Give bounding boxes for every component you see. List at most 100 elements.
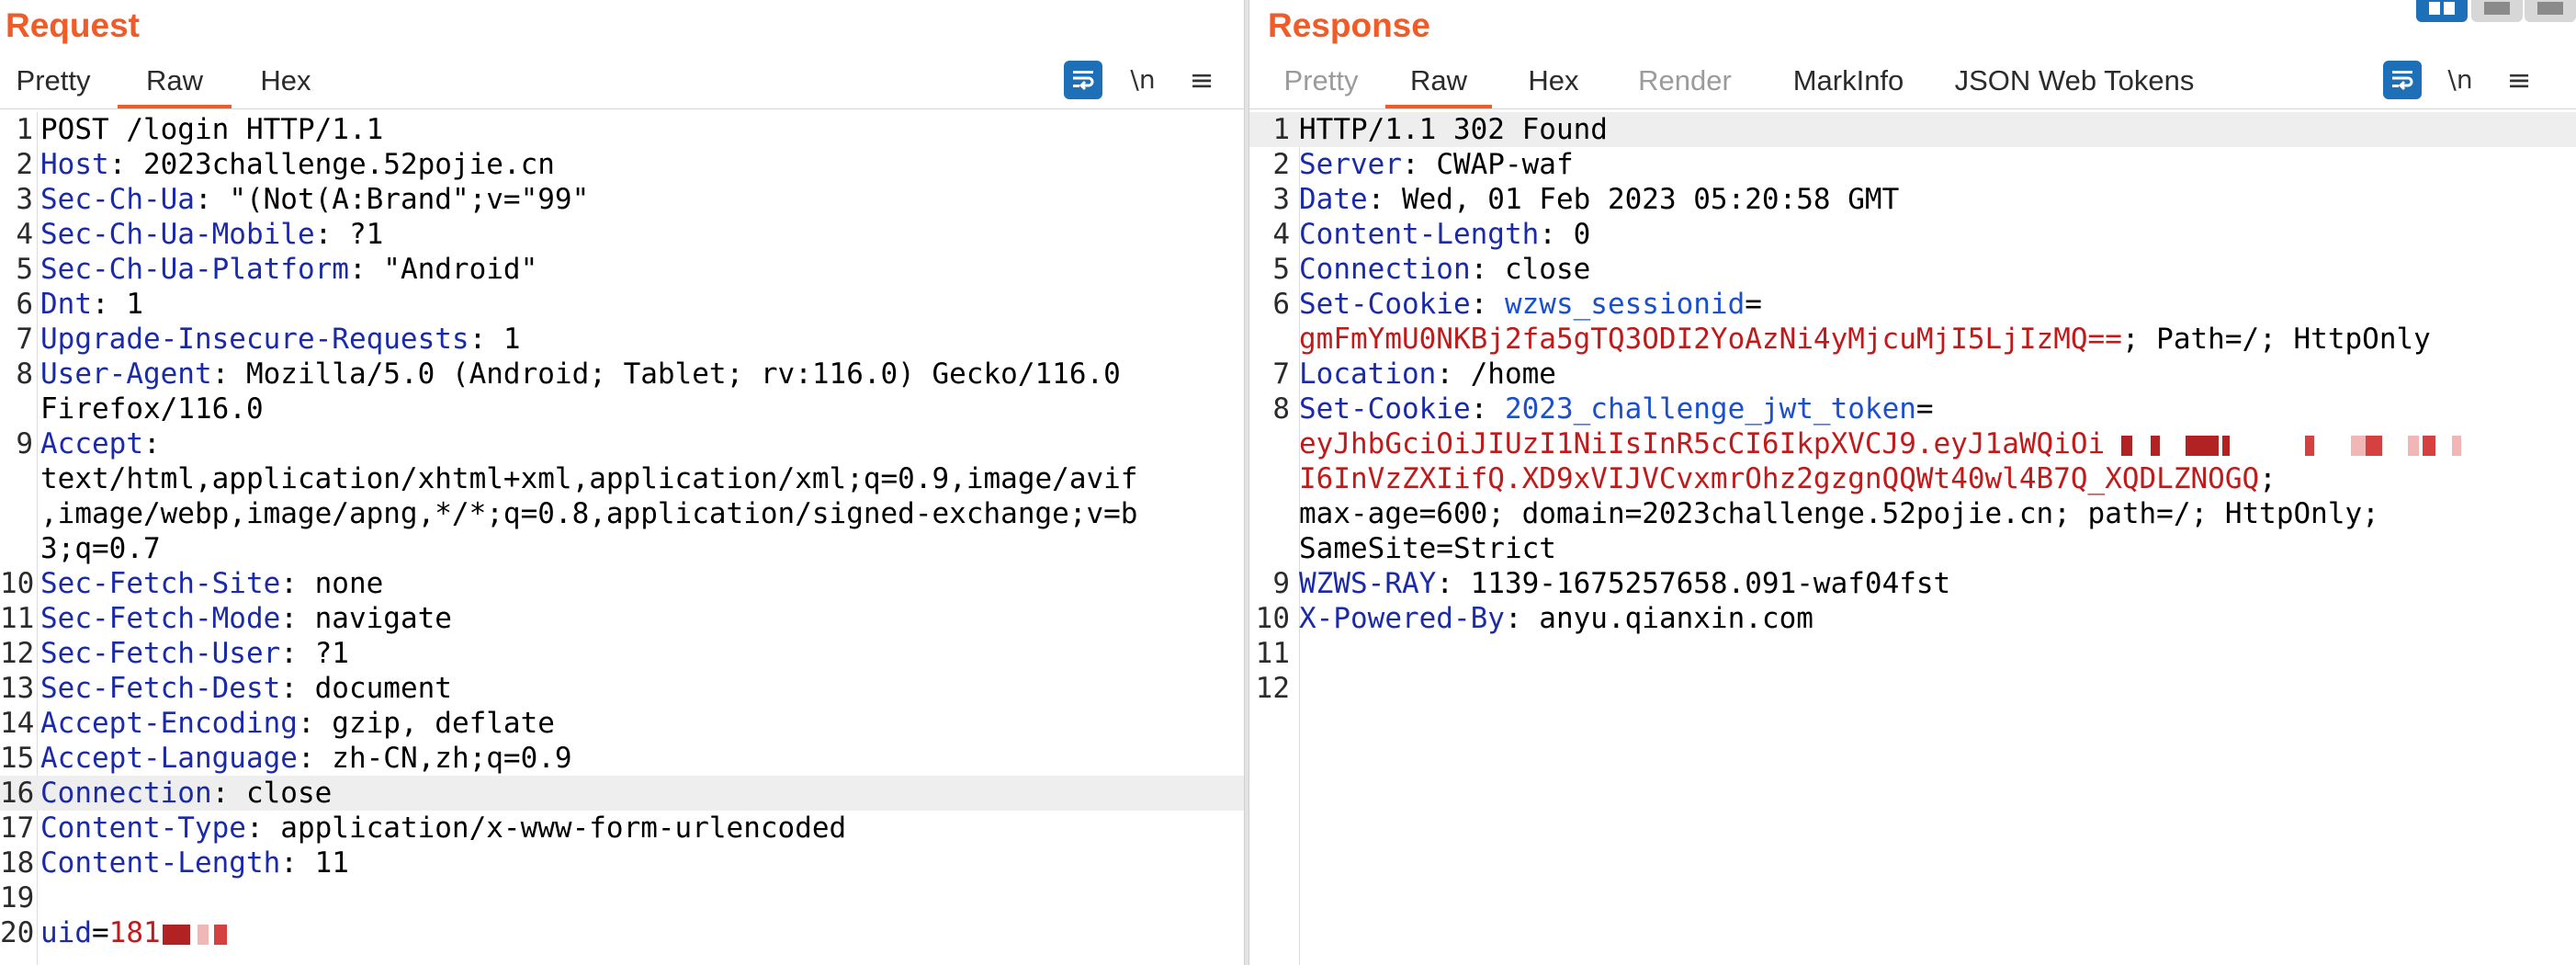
code-line: 19	[0, 880, 1244, 915]
header-separator: :	[280, 602, 315, 635]
line-number: 2	[1272, 148, 1290, 181]
code-line: 1 POST /login HTTP/1.1	[0, 112, 1244, 147]
line-number: 18	[0, 846, 35, 880]
request-word-wrap-button[interactable]	[1064, 61, 1102, 99]
tab-response-pretty[interactable]: Pretty	[1275, 57, 1367, 105]
header-separator: :	[280, 637, 315, 670]
word-wrap-icon	[1073, 71, 1094, 91]
code-line: 6 Dnt: 1	[0, 287, 1244, 322]
header-name: Sec-Ch-Ua	[40, 183, 195, 216]
line-number: 3	[16, 183, 33, 216]
tab-response-markinfo[interactable]: MarkInfo	[1777, 57, 1920, 105]
header-value-continuation: ,image/webp,image/apng,*/*;q=0.8,applica…	[40, 497, 1138, 530]
tab-response-raw[interactable]: Raw	[1385, 57, 1492, 108]
code-line: 9 Accept:	[0, 426, 1244, 461]
tab-request-raw[interactable]: Raw	[118, 57, 232, 108]
cookie-attributes: ; Path=/; HttpOnly	[2121, 323, 2431, 356]
header-separator: :	[280, 846, 315, 880]
code-line: 8 Set-Cookie: 2023_challenge_jwt_token=	[1249, 392, 2576, 426]
header-value: zh-CN,zh;q=0.9	[332, 742, 572, 775]
request-menu-icon[interactable]: ≡	[1183, 61, 1220, 99]
cookie-value: eyJhbGciOiJIUzI1NiIsInR5cCI6IkpXVCJ9.eyJ…	[1299, 427, 2106, 460]
code-line: 7 Location: /home	[1249, 357, 2576, 392]
tab-response-json-web-tokens[interactable]: JSON Web Tokens	[1951, 57, 2198, 105]
request-newline-toggle[interactable]: \n	[1123, 61, 1163, 99]
header-separator: :	[142, 427, 161, 460]
code-line: 15 Accept-Language: zh-CN,zh;q=0.9	[0, 741, 1244, 776]
header-name: WZWS-RAY	[1299, 567, 1437, 600]
header-name: Upgrade-Insecure-Requests	[40, 323, 469, 356]
response-tabs: Pretty Raw Hex Render MarkInfo JSON Web …	[1249, 57, 2576, 109]
tab-request-pretty[interactable]: Pretty	[7, 57, 99, 105]
cookie-name: wzws_sessionid	[1504, 288, 1746, 321]
header-separator: :	[1367, 183, 1402, 216]
header-name: Content-Length	[1299, 218, 1540, 251]
code-line: 3;q=0.7	[0, 531, 1244, 566]
header-separator: :	[1470, 253, 1505, 286]
header-separator: :	[245, 812, 281, 845]
line-number: 2	[16, 148, 33, 181]
request-editor[interactable]: 1 POST /login HTTP/1.1 2 Host: 2023challeng…	[0, 112, 1244, 965]
header-value: 1	[503, 323, 521, 356]
header-separator: :	[348, 253, 384, 286]
header-name: Accept-Encoding	[40, 707, 298, 740]
tab-response-render[interactable]: Render	[1628, 57, 1742, 105]
line-number: 3	[1272, 183, 1290, 216]
code-line: 16 Connection: close	[0, 776, 1244, 811]
request-title: Request	[6, 6, 140, 44]
response-pane: Response Pretty Raw Hex Render MarkInfo …	[1249, 0, 2576, 965]
line-number: 19	[0, 881, 35, 914]
header-separator: :	[1470, 288, 1505, 321]
code-line: 12	[1249, 671, 2576, 706]
header-value: 1139-1675257658.091-waf04fst	[1470, 567, 1951, 600]
redacted-block	[161, 924, 234, 945]
status-line: HTTP/1.1 302 Found	[1299, 113, 1608, 146]
header-name: Dnt	[40, 288, 92, 321]
cookie-attributes: max-age=600; domain=2023challenge.52poji…	[1299, 497, 2379, 530]
code-line: 17 Content-Type: application/x-www-form-u…	[0, 811, 1244, 846]
header-value: 2023challenge.52pojie.cn	[142, 148, 555, 181]
tab-request-hex[interactable]: Hex	[254, 57, 318, 105]
header-separator: :	[469, 323, 503, 356]
line-number: 15	[0, 742, 35, 775]
line-number: 20	[0, 916, 35, 949]
response-word-wrap-button[interactable]	[2383, 61, 2422, 99]
code-line: 8 User-Agent: Mozilla/5.0 (Android; Table…	[0, 357, 1244, 392]
cookie-value: I6InVzZXIifQ.XD9xVIJVCvxmrOhz2gzgnQQWt40…	[1299, 462, 2260, 495]
response-menu-icon[interactable]: ≡	[2501, 61, 2537, 99]
line-number: 5	[1272, 253, 1290, 286]
header-separator: :	[280, 672, 315, 705]
header-value: 1	[126, 288, 143, 321]
code-line: 10 Sec-Fetch-Site: none	[0, 566, 1244, 601]
code-line: 11	[1249, 636, 2576, 671]
response-newline-toggle[interactable]: \n	[2440, 61, 2480, 99]
header-value: 11	[314, 846, 349, 880]
header-name: Sec-Fetch-Site	[40, 567, 281, 600]
line-number: 6	[16, 288, 33, 321]
response-editor[interactable]: 1 HTTP/1.1 302 Found 2 Server: CWAP-waf 3 Dat…	[1249, 112, 2576, 965]
header-separator: :	[1436, 358, 1471, 391]
code-line: eyJhbGciOiJIUzI1NiIsInR5cCI6IkpXVCJ9.eyJ…	[1249, 426, 2576, 461]
code-line: text/html,application/xhtml+xml,applicat…	[0, 461, 1244, 496]
cookie-attributes: ;	[2259, 462, 2277, 495]
code-line: 5 Connection: close	[1249, 252, 2576, 287]
layout-rows-icon[interactable]	[2471, 0, 2523, 22]
layout-split-icon[interactable]	[2416, 0, 2468, 22]
response-title: Response	[1268, 6, 1430, 44]
tab-response-hex[interactable]: Hex	[1521, 57, 1586, 105]
line-number: 16	[0, 777, 35, 810]
header-name: Connection	[1299, 253, 1471, 286]
header-value: close	[245, 777, 333, 810]
layout-single-icon[interactable]	[2525, 0, 2576, 22]
line-number: 5	[16, 253, 33, 286]
header-separator: :	[1539, 218, 1574, 251]
header-separator: :	[92, 288, 127, 321]
code-line: 11 Sec-Fetch-Mode: navigate	[0, 601, 1244, 636]
header-name: Server	[1299, 148, 1402, 181]
header-separator: :	[1436, 567, 1471, 600]
body-param-value: 181	[108, 916, 161, 949]
header-name: Accept-Language	[40, 742, 298, 775]
header-value: Wed, 01 Feb 2023 05:20:58 GMT	[1401, 183, 1900, 216]
code-line: 3 Sec-Ch-Ua: "(Not(A:Brand";v="99"	[0, 182, 1244, 217]
line-number: 8	[1272, 392, 1290, 426]
